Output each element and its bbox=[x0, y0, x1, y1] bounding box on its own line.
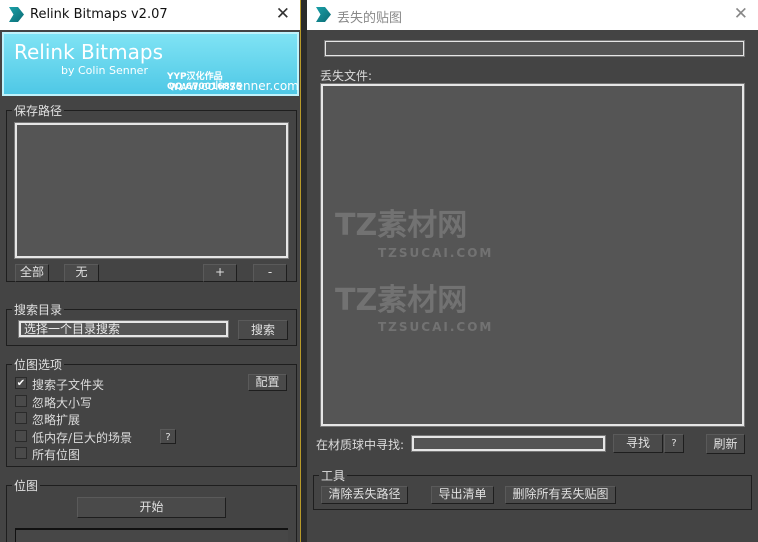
delete-all-missing-button[interactable]: 删除所有丢失贴图 bbox=[505, 486, 616, 504]
find-in-material-input[interactable] bbox=[412, 436, 605, 451]
separator-strip bbox=[300, 0, 307, 542]
remove-path-button[interactable]: - bbox=[253, 264, 287, 282]
title-bar[interactable]: 丢失的贴图 ✕ bbox=[307, 0, 758, 30]
clear-missing-paths-button[interactable]: 清除丢失路径 bbox=[321, 486, 408, 504]
checkbox-label: 低内存/巨大的场景 bbox=[32, 431, 133, 445]
start-button[interactable]: 开始 bbox=[77, 497, 226, 518]
select-all-button[interactable]: 全部 bbox=[15, 264, 49, 282]
select-none-button[interactable]: 无 bbox=[64, 264, 99, 282]
relink-bitmaps-window: Relink Bitmaps v2.07 ✕ Relink Bitmaps by… bbox=[0, 0, 300, 542]
search-button[interactable]: 搜索 bbox=[238, 320, 288, 340]
app-icon bbox=[316, 7, 331, 22]
low-memory-checkbox[interactable] bbox=[15, 430, 27, 442]
banner-url: www.colinsenner.com bbox=[169, 79, 299, 93]
progress-bar bbox=[15, 528, 288, 542]
missing-files-label: 丢失文件: bbox=[320, 69, 373, 83]
help-button[interactable]: ? bbox=[664, 434, 684, 453]
all-bitmaps-checkbox[interactable] bbox=[15, 447, 27, 459]
app-icon bbox=[9, 7, 24, 22]
group-label: 位图选项 bbox=[12, 356, 65, 373]
banner: Relink Bitmaps by Colin Senner YYP汉化作品QQ… bbox=[2, 32, 299, 96]
find-in-material-label: 在材质球中寻找: bbox=[316, 438, 405, 452]
window-title: Relink Bitmaps v2.07 bbox=[30, 7, 168, 22]
group-label: 保存路径 bbox=[12, 102, 65, 119]
group-label: 工具 bbox=[319, 467, 348, 484]
group-label: 搜索目录 bbox=[12, 301, 65, 318]
search-subfolders-checkbox[interactable]: ✔ bbox=[15, 377, 27, 389]
path-field[interactable] bbox=[325, 41, 744, 56]
group-label: 位图 bbox=[12, 477, 41, 494]
title-bar[interactable]: Relink Bitmaps v2.07 ✕ bbox=[0, 0, 300, 30]
window-title: 丢失的贴图 bbox=[337, 11, 403, 26]
watermark-url: TZSUCAI.COM bbox=[378, 320, 494, 334]
watermark-url: TZSUCAI.COM bbox=[378, 246, 494, 260]
watermark-brand: TZ素材网 bbox=[335, 283, 468, 318]
search-dir-input[interactable]: 选择一个目录搜索 bbox=[19, 321, 228, 337]
ignore-extension-checkbox[interactable] bbox=[15, 412, 27, 424]
close-icon[interactable]: ✕ bbox=[276, 4, 290, 24]
checkbox-label: 搜索子文件夹 bbox=[32, 378, 105, 392]
watermark-brand: TZ素材网 bbox=[335, 208, 468, 243]
export-list-button[interactable]: 导出清单 bbox=[431, 486, 494, 504]
banner-title: Relink Bitmaps bbox=[14, 40, 164, 64]
close-icon[interactable]: ✕ bbox=[734, 4, 748, 24]
ignore-case-checkbox[interactable] bbox=[15, 395, 27, 407]
help-button[interactable]: ? bbox=[160, 429, 176, 444]
banner-author: by Colin Senner bbox=[61, 64, 148, 77]
find-button[interactable]: 寻找 bbox=[613, 434, 663, 453]
refresh-button[interactable]: 刷新 bbox=[706, 434, 745, 454]
checkbox-label: 忽略大小写 bbox=[32, 396, 93, 410]
missing-maps-window: 丢失的贴图 ✕ 丢失文件: 在材质球中寻找: 寻找 ? 刷新 工具 清除丢失路径… bbox=[307, 0, 758, 542]
add-path-button[interactable]: + bbox=[203, 264, 237, 282]
checkbox-label: 忽略扩展 bbox=[32, 413, 81, 427]
checkbox-label: 所有位图 bbox=[32, 448, 81, 462]
save-path-list[interactable] bbox=[15, 123, 288, 258]
config-button[interactable]: 配置 bbox=[248, 374, 287, 391]
